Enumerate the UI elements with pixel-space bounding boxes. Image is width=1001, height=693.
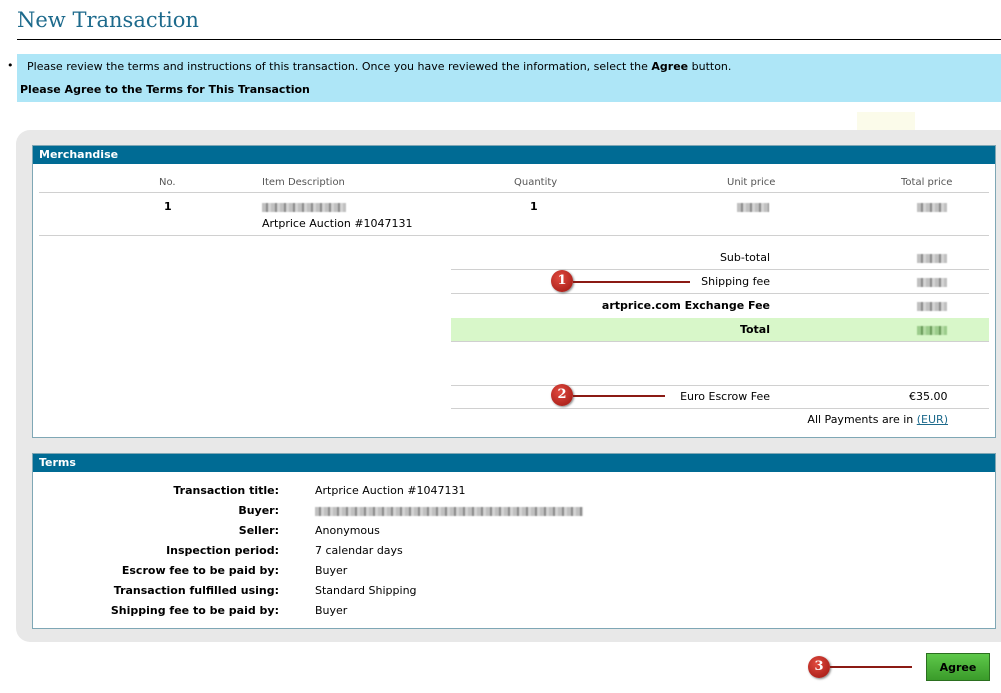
bullet-icon: •	[7, 59, 14, 72]
exchange-fee-value-redacted	[917, 299, 947, 312]
merchandise-panel: Merchandise No. Item Description Quantit…	[32, 145, 996, 438]
item-no: 1	[164, 200, 172, 213]
annotation-marker-2: 2	[551, 384, 573, 406]
term-value: Buyer	[315, 604, 348, 617]
term-value: Anonymous	[315, 524, 380, 537]
term-label: Shipping fee to be paid by:	[110, 604, 279, 617]
notice-agree-word: Agree	[651, 60, 689, 73]
terms-heading: Terms	[33, 454, 995, 473]
item-description: Artprice Auction #1047131	[262, 217, 413, 230]
total-label: Total	[739, 323, 770, 336]
annotation-marker-1: 1	[551, 270, 573, 292]
annotation-arrow-1	[573, 281, 690, 283]
escrow-fee-value: €35.00	[909, 390, 948, 403]
annotation-arrow-2	[573, 395, 665, 397]
shipping-divider	[451, 293, 989, 294]
notice-line-2: Please Agree to the Terms for This Trans…	[20, 83, 310, 96]
currency-link[interactable]: (EUR)	[917, 413, 948, 426]
column-header-description: Item Description	[262, 177, 345, 188]
total-price-redacted	[917, 200, 947, 213]
column-header-no: No.	[159, 177, 176, 188]
term-value: Buyer	[315, 564, 348, 577]
subtotal-value-redacted	[917, 251, 947, 264]
highlight-patch	[857, 112, 915, 130]
term-value: 7 calendar days	[315, 544, 403, 557]
column-header-total-price: Total price	[901, 177, 953, 188]
subtotal-divider	[451, 269, 989, 270]
header-divider	[39, 192, 989, 193]
column-header-quantity: Quantity	[514, 177, 558, 188]
unit-price-redacted	[737, 200, 769, 213]
term-value: Artprice Auction #1047131	[315, 484, 466, 497]
term-label: Transaction title:	[173, 484, 279, 497]
escrow-top-divider	[451, 385, 989, 386]
buyer-value-redacted	[315, 504, 583, 517]
item-quantity: 1	[530, 200, 538, 213]
title-divider	[17, 39, 1001, 40]
exchange-fee-label: artprice.com Exchange Fee	[601, 299, 770, 312]
escrow-divider	[451, 408, 989, 409]
total-divider	[451, 341, 989, 342]
instruction-notice: Please review the terms and instructions…	[17, 54, 1001, 102]
item-name-redacted	[262, 200, 346, 213]
annotation-arrow-3	[830, 666, 912, 668]
term-label: Escrow fee to be paid by:	[121, 564, 279, 577]
item-divider	[39, 235, 989, 236]
payments-currency-note: All Payments are in (EUR)	[807, 413, 948, 426]
column-header-unit-price: Unit price	[727, 177, 776, 188]
term-label: Transaction fulfilled using:	[113, 584, 279, 597]
annotation-marker-3: 3	[808, 656, 830, 678]
shipping-fee-value-redacted	[917, 275, 947, 288]
notice-line-1: Please review the terms and instructions…	[27, 60, 732, 73]
agree-button[interactable]: Agree	[926, 653, 990, 681]
total-value-redacted	[917, 323, 947, 336]
merchandise-heading: Merchandise	[33, 146, 995, 165]
subtotal-label: Sub-total	[719, 251, 770, 264]
term-value: Standard Shipping	[315, 584, 417, 597]
term-label: Buyer:	[238, 504, 279, 517]
page-title: New Transaction	[17, 8, 199, 32]
terms-panel: Terms Transaction title: Artprice Auctio…	[32, 453, 996, 629]
term-label: Seller:	[238, 524, 279, 537]
term-label: Inspection period:	[166, 544, 279, 557]
